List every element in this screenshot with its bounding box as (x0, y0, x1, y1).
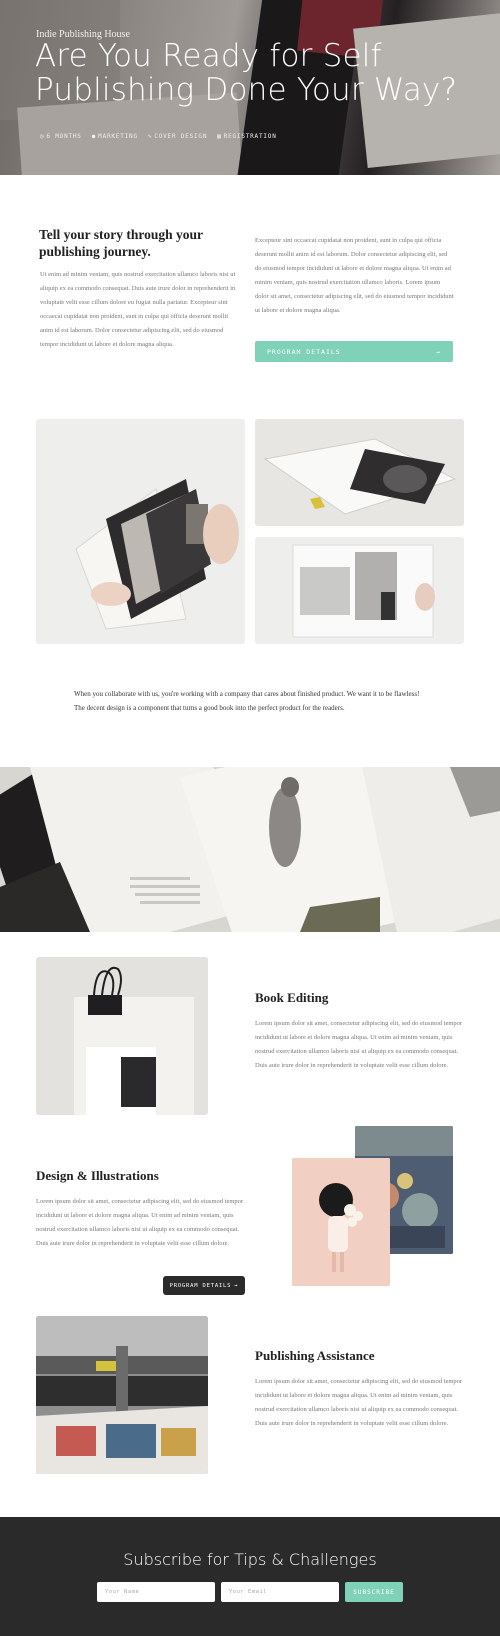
hero-meta-item: ▦ REGISTRATION (217, 133, 277, 140)
pencil-icon: ✎ (147, 133, 153, 140)
hero-meta-list: ◷ 6 MONTHS ● MARKETING ✎ COVER DESIGN ▦ REGI… (40, 133, 277, 140)
illustrated-book-cover-front (292, 1158, 390, 1286)
email-input[interactable]: Your Email (221, 1582, 339, 1602)
program-details-label: PROGRAM DETAILS (169, 1282, 232, 1289)
name-input[interactable]: Your Name (97, 1582, 215, 1602)
photo-magazine-spreads (0, 767, 500, 932)
intro-heading: Tell your story through your publishing … (39, 227, 203, 259)
photo-open-photobook (255, 419, 464, 526)
photo-printing-press (36, 1316, 208, 1474)
program-details-label: PROGRAM DETAILS (267, 347, 341, 356)
subscribe-footer (0, 1517, 500, 1636)
subscribe-button[interactable]: SUBSCRIBE (345, 1582, 403, 1602)
arrow-right-icon: → (436, 347, 441, 356)
feature-title-book-editing: Book Editing (255, 990, 329, 1005)
feature-title-design: Design & Illustrations (36, 1168, 159, 1183)
feature-text-publishing: Lorem ipsum dolor sit amet, consectetur … (255, 1378, 463, 1427)
subscribe-title: Subscribe for Tips & Challenges (123, 1550, 377, 1569)
hero-meta-item: ● MARKETING (91, 133, 138, 140)
intro-right-text: Excepteur sint occaecat cupidatat non pr… (255, 237, 454, 314)
calendar-icon: ▦ (217, 133, 222, 140)
arrow-right-icon: → (234, 1282, 239, 1289)
intro-left-text: Ut enim ad minim veniam, quis nostrud ex… (40, 271, 236, 348)
photo-architecture-magazine (255, 537, 464, 644)
program-details-button[interactable]: PROGRAM DETAILS → (255, 341, 453, 362)
program-details-button-dark[interactable]: PROGRAM DETAILS → (163, 1276, 245, 1295)
photo-binder-clip-book (36, 957, 208, 1115)
feature-text-book-editing: Lorem ipsum dolor sit amet, consectetur … (255, 1020, 463, 1069)
quote-text: When you collaborate with us, you're wor… (74, 690, 420, 712)
hero-meta-item: ✎ COVER DESIGN (147, 133, 208, 140)
feature-text-design: Lorem ipsum dolor sit amet, consectetur … (36, 1198, 244, 1247)
clock-icon: ◷ (40, 133, 45, 140)
user-icon: ● (91, 133, 97, 140)
hero-meta-item: ◷ 6 MONTHS (40, 133, 82, 140)
feature-title-publishing: Publishing Assistance (255, 1348, 375, 1363)
photo-hands-flipping-book (36, 419, 245, 644)
hero-title: Are You Ready for Self Publishing Done Y… (35, 38, 458, 108)
